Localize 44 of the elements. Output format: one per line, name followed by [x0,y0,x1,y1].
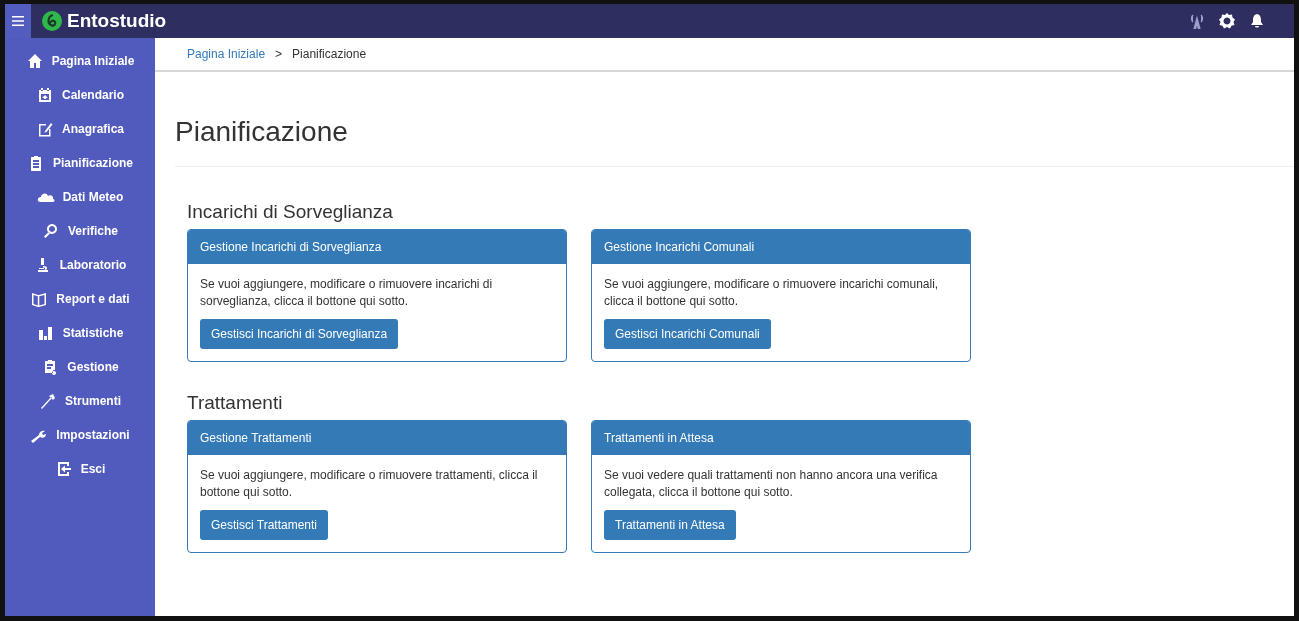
antenna-icon[interactable] [1190,13,1204,29]
menu-icon [12,15,24,27]
card-title: Gestione Incarichi Comunali [604,240,755,254]
card-text: Se vuoi aggiungere, modificare o rimuovere incarichi comunali, clicca il bottone qui sotto. [604,276,940,310]
sidebar-item[interactable]: Calendario [5,78,155,112]
action-button[interactable]: Gestisci Trattamenti [200,510,329,540]
sidebar-item[interactable]: Dati Meteo [5,180,155,214]
breadcrumb-current: Pianificazione [292,47,367,61]
section-heading: Incarichi di Sorveglianza [187,201,394,223]
app-title: Entostudio [67,10,167,32]
menu-button[interactable] [5,4,31,38]
card-title: Gestione Incarichi di Sorveglianza [200,240,382,254]
notification-icon[interactable] [1250,13,1264,29]
card-text: Se vuoi aggiungere, modificare o rimuovere incarichi di sorveglianza, clicca il bottone qui sotto. [200,276,494,310]
card-text: Se vuoi vedere quali trattamenti non hanno ancora una verifica collegata, clicca il bottone qui sotto. [604,467,939,501]
action-button[interactable]: Trattamenti in Attesa [604,510,736,540]
card-title: Trattamenti in Attesa [604,431,714,445]
action-button[interactable]: Gestisci Incarichi Comunali [604,319,771,349]
card-title: Gestione Trattamenti [200,431,312,445]
sidebar-item[interactable]: Verifiche [5,214,155,248]
sidebar-item[interactable]: Statistiche [5,316,155,350]
book-icon [30,290,49,308]
sidebar-item[interactable]: Pianificazione [5,146,155,180]
logo-icon [41,10,63,32]
sidebar-item[interactable]: Laboratorio [5,248,155,282]
sidebar-item[interactable]: Impostazioni [5,418,155,452]
card-text: Se vuoi aggiungere, modificare o rimuovere trattamenti, clicca il bottone qui sotto. [200,467,539,501]
settings-icon[interactable] [1218,12,1236,30]
sidebar-item[interactable]: Strumenti [5,384,155,418]
section-heading: Trattamenti [187,392,284,414]
sidebar-item[interactable]: Pagina Iniziale [5,44,155,78]
sidebar-item[interactable]: Report e dati [5,282,155,316]
sidebar-item[interactable]: Gestione [5,350,155,384]
breadcrumb-separator: > [275,47,283,61]
calendar-icon [36,86,54,104]
bar-chart-icon [36,324,55,342]
search-icon [42,222,60,240]
action-button[interactable]: Gestisci Incarichi di Sorveglianza [200,319,399,349]
page-title: Pianificazione [175,116,1294,167]
sidebar-item[interactable]: Anagrafica [5,112,155,146]
sidebar-item[interactable]: Esci [5,452,155,486]
edit-icon [36,120,54,138]
breadcrumb-link[interactable]: Pagina Iniziale [187,47,266,61]
pick-icon [39,392,57,410]
